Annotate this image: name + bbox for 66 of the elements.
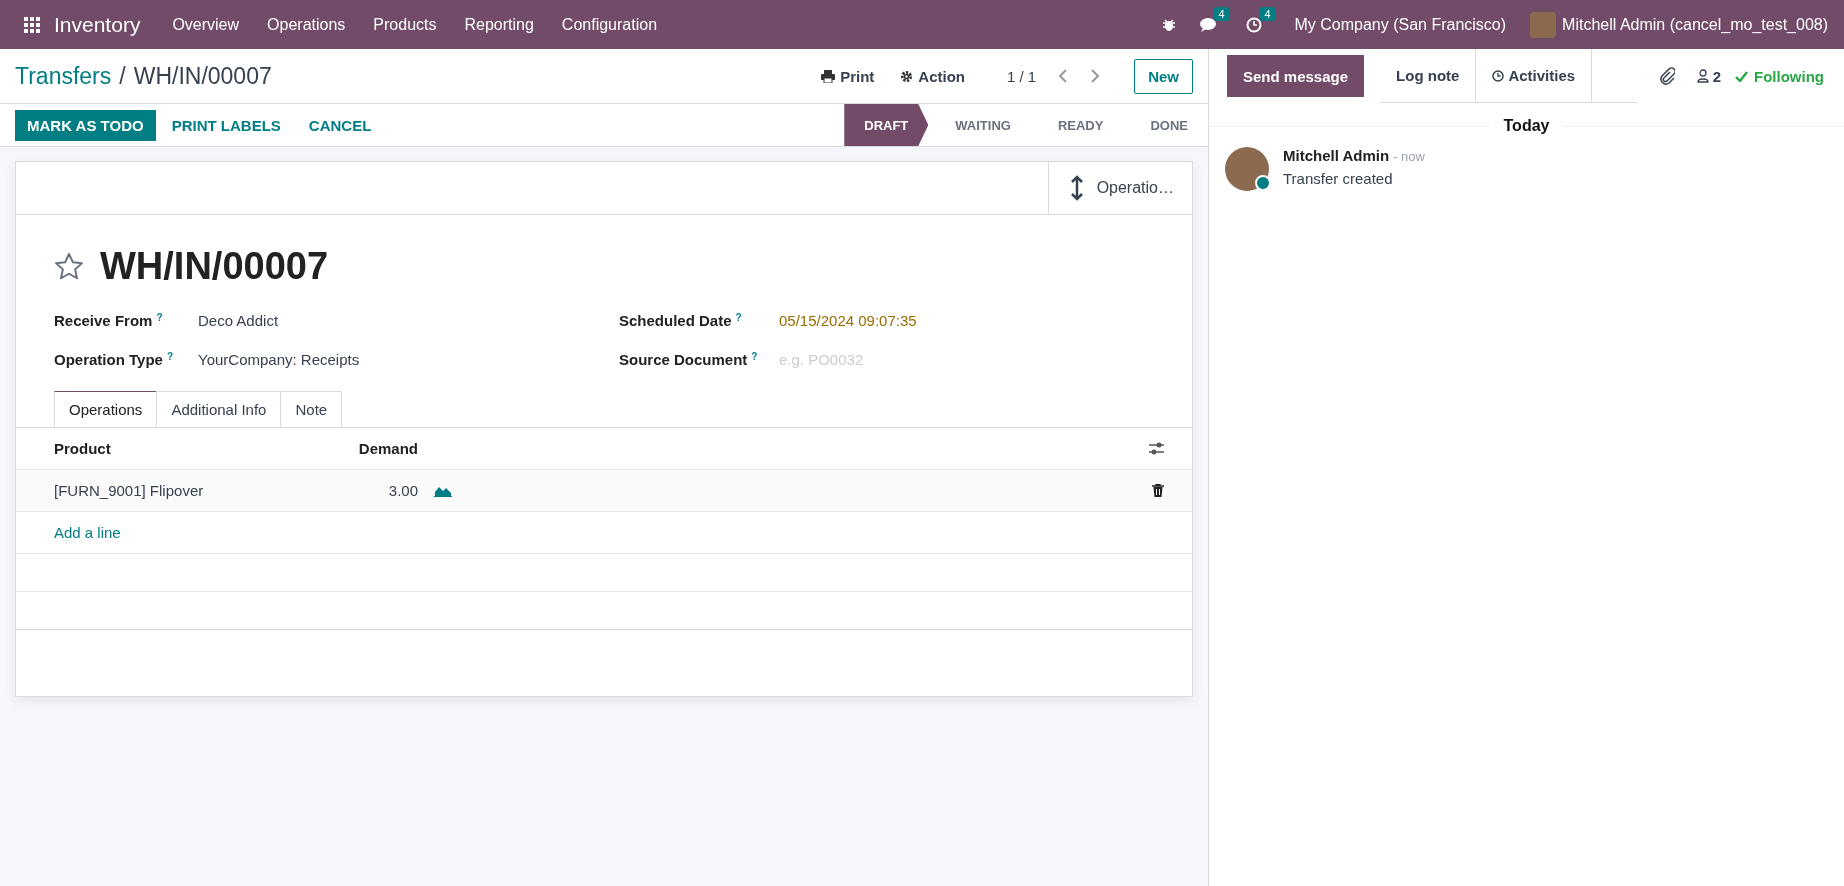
chevron-left-icon[interactable]: [1058, 69, 1069, 83]
app-name[interactable]: Inventory: [54, 12, 141, 37]
activity-count: 4: [1260, 6, 1275, 21]
field-label: Receive From: [54, 311, 153, 329]
breadcrumb-current: WH/IN/00007: [133, 62, 272, 90]
chatter-button[interactable]: Activities: [1476, 49, 1593, 103]
settings-sliders-icon[interactable]: [1149, 442, 1164, 455]
vertical-arrows-icon: [1070, 175, 1083, 201]
bug-icon[interactable]: [1162, 17, 1177, 32]
status-step[interactable]: DRAFT: [844, 104, 929, 146]
field-value[interactable]: YourCompany: Receipts: [198, 350, 360, 368]
menu-item[interactable]: Products: [359, 15, 451, 34]
printer-icon: [821, 69, 836, 83]
clock-icon[interactable]: [1246, 16, 1263, 33]
notebook-tab[interactable]: Operations: [54, 391, 158, 427]
chatter-button[interactable]: Send message: [1227, 55, 1365, 97]
action-button[interactable]: Action: [890, 61, 975, 91]
field-value[interactable]: 05/15/2024 09:07:35: [779, 311, 917, 329]
action-button[interactable]: MARK AS TODO: [15, 109, 156, 141]
menu-item[interactable]: Operations: [253, 15, 360, 34]
message-body: Transfer created: [1283, 170, 1394, 187]
notebook-tab[interactable]: Note: [280, 391, 343, 427]
action-button[interactable]: CANCEL: [296, 109, 384, 141]
clock-icon: [1492, 69, 1505, 82]
star-icon[interactable]: [54, 252, 84, 281]
breadcrumb-separator: /: [119, 62, 126, 90]
message-time: - now: [1393, 149, 1425, 164]
pager-value: 1 / 1: [1006, 67, 1037, 85]
record-title: WH/IN/00007: [100, 245, 329, 288]
help-mark[interactable]: ?: [156, 311, 163, 329]
menu-item[interactable]: Reporting: [450, 15, 548, 34]
company-switcher[interactable]: My Company (San Francisco): [1280, 15, 1521, 34]
chatter-button[interactable]: Log note: [1380, 49, 1477, 103]
date-separator: Today: [1502, 117, 1551, 135]
chevron-right-icon[interactable]: [1090, 69, 1101, 83]
table-cell[interactable]: 3.00: [344, 482, 418, 499]
column-header[interactable]: Demand: [344, 440, 418, 457]
breadcrumb-link[interactable]: Transfers: [15, 62, 112, 90]
help-mark[interactable]: ?: [751, 350, 758, 368]
person-icon: [1696, 69, 1709, 83]
apps-grid-icon[interactable]: [24, 16, 40, 33]
chat-icon[interactable]: [1200, 16, 1219, 33]
help-mark[interactable]: ?: [166, 350, 173, 368]
followers-button[interactable]: 2: [1696, 67, 1721, 85]
field-label: Scheduled Date: [619, 311, 732, 329]
field-label: Source Document: [619, 350, 748, 368]
paperclip-icon[interactable]: [1658, 67, 1675, 85]
column-header[interactable]: Product: [54, 440, 344, 457]
operations-smart-button[interactable]: Operatio…: [1047, 162, 1192, 214]
action-button[interactable]: PRINT LABELS: [159, 109, 293, 141]
add-line-link[interactable]: Add a line: [54, 524, 121, 541]
new-button[interactable]: New: [1134, 58, 1193, 94]
menu-item[interactable]: Configuration: [547, 15, 672, 34]
trash-icon[interactable]: [1152, 484, 1164, 497]
menu-item[interactable]: Overview: [158, 15, 254, 34]
area-chart-icon[interactable]: [434, 484, 452, 497]
message-count: 4: [1214, 6, 1229, 21]
field-label: Operation Type: [54, 350, 163, 368]
check-icon: [1735, 70, 1748, 82]
gear-icon: [900, 69, 914, 83]
help-mark[interactable]: ?: [735, 311, 742, 329]
user-menu[interactable]: Mitchell Admin (cancel_mo_test_008): [1562, 15, 1828, 34]
field-value[interactable]: Deco Addict: [198, 311, 279, 329]
message-author[interactable]: Mitchell Admin: [1283, 147, 1390, 164]
table-cell[interactable]: [FURN_9001] Flipover: [54, 482, 344, 499]
print-button[interactable]: Print: [811, 61, 885, 91]
